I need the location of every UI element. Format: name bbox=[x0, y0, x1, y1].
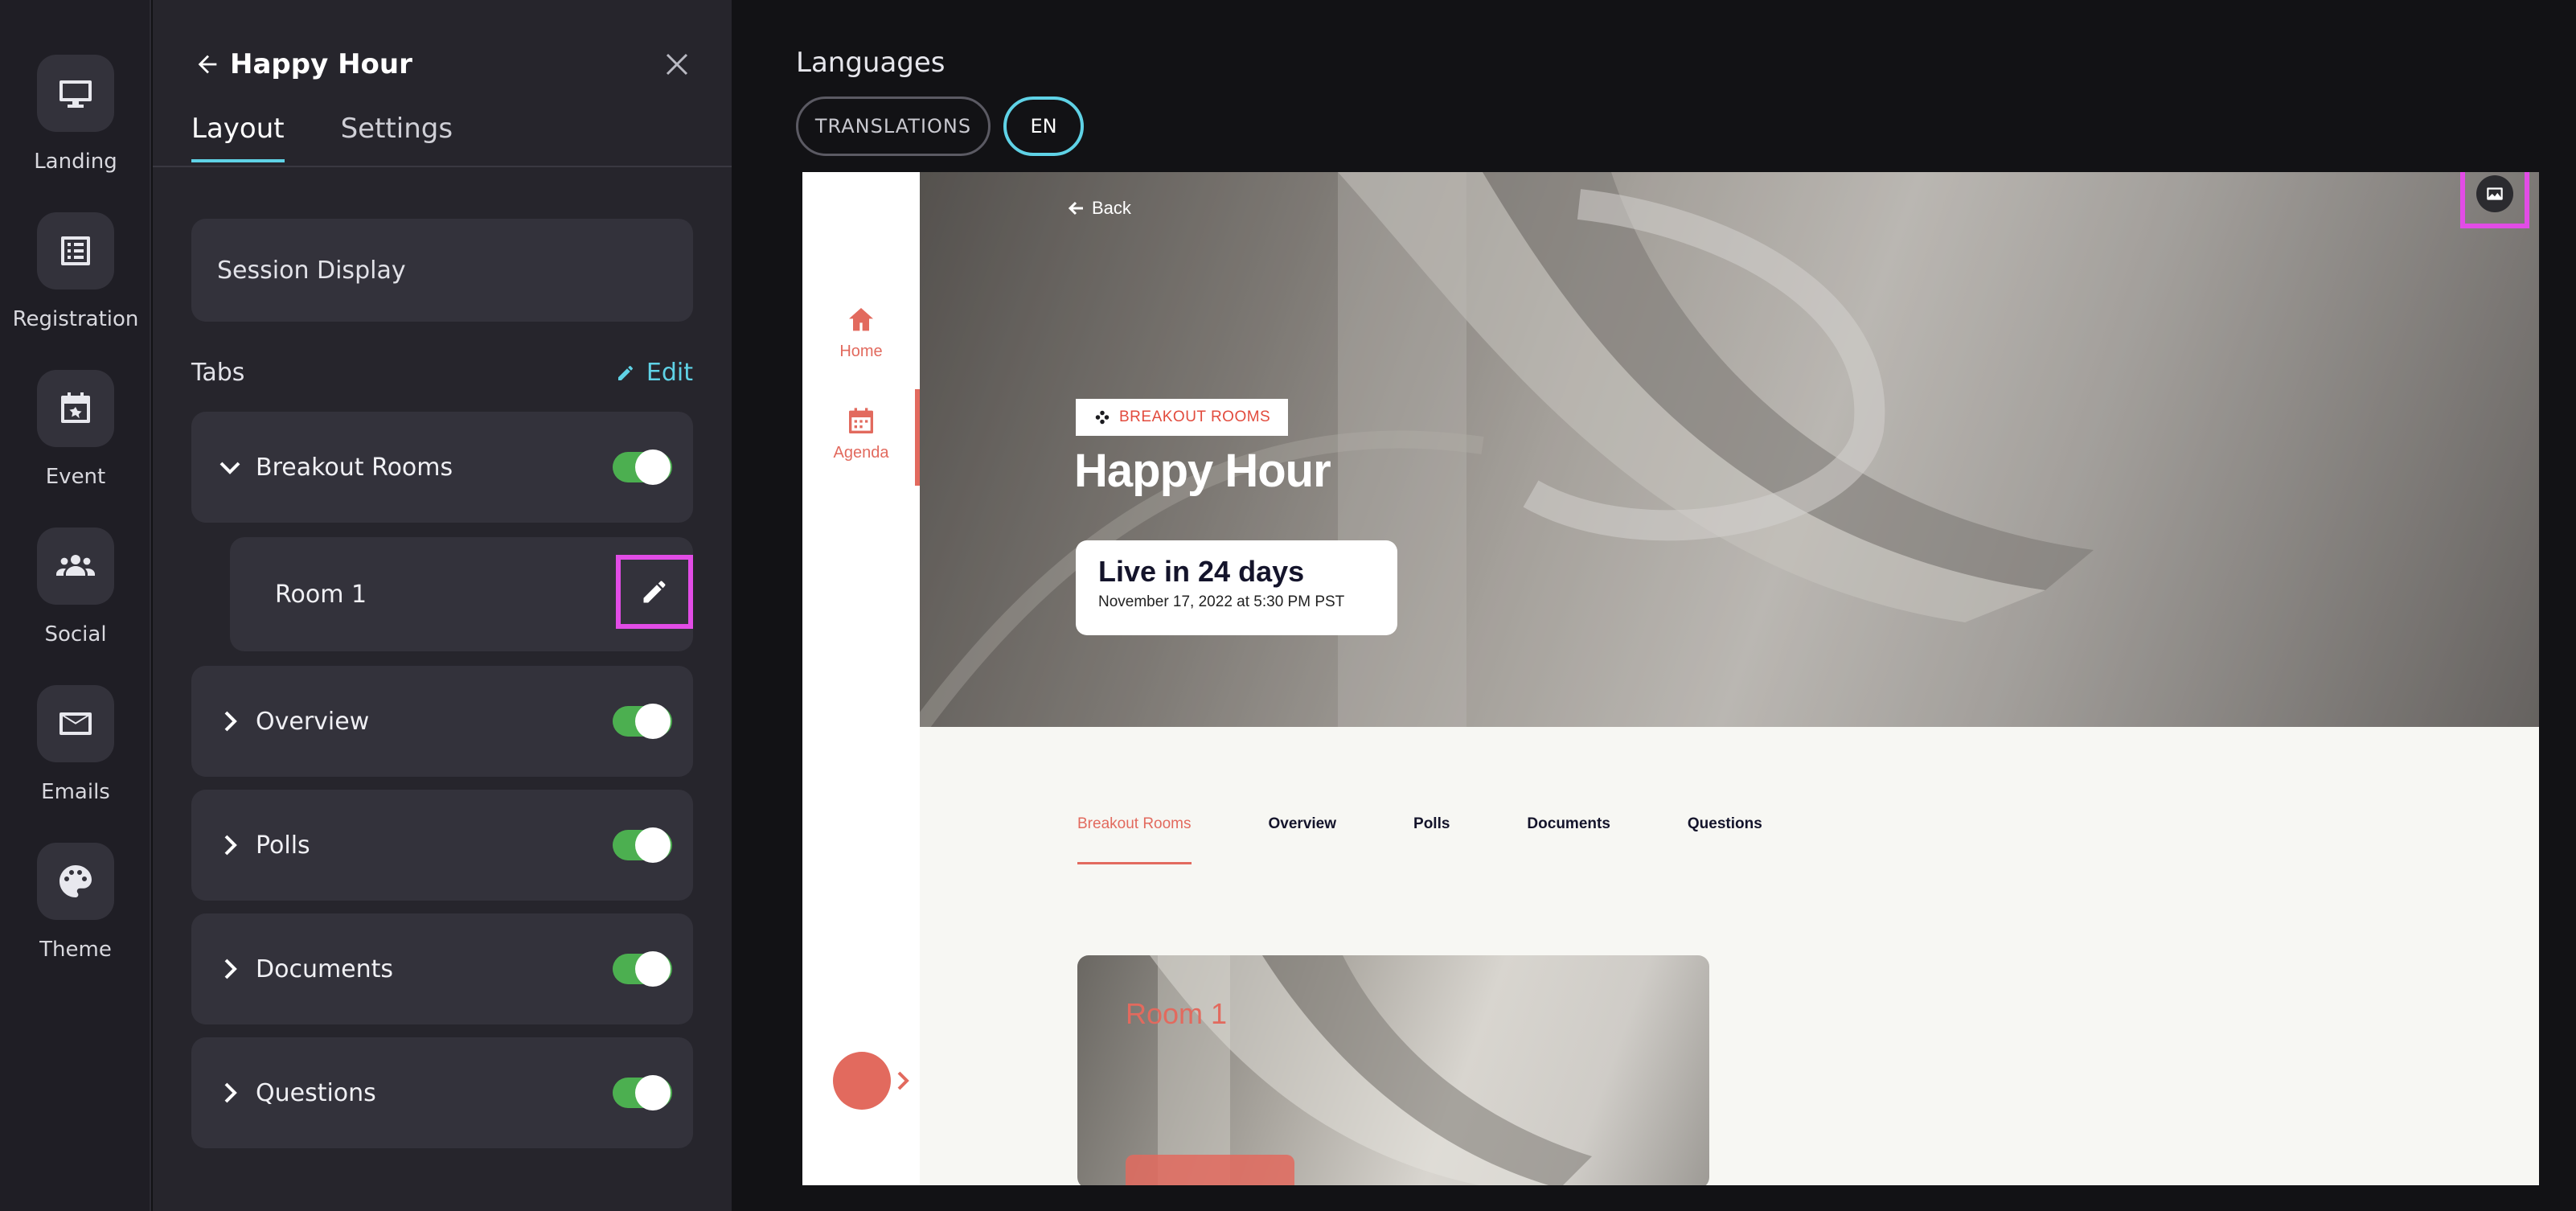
rail-item-registration[interactable]: Registration bbox=[0, 212, 151, 331]
arrow-left-icon bbox=[1068, 201, 1083, 216]
tab-layout[interactable]: Layout bbox=[191, 113, 285, 162]
rail-item-landing[interactable]: Landing bbox=[0, 55, 151, 174]
tab-item-label: Questions bbox=[256, 1078, 376, 1107]
language-en-button[interactable]: EN bbox=[1003, 96, 1084, 156]
rail-label: Theme bbox=[39, 938, 112, 962]
preview-nav-label: Agenda bbox=[833, 444, 889, 462]
tab-item-questions: Questions bbox=[191, 1037, 693, 1148]
tab-settings[interactable]: Settings bbox=[341, 113, 453, 162]
edit-tabs-button[interactable]: Edit bbox=[616, 359, 693, 387]
rail-label: Event bbox=[45, 465, 106, 489]
rail-item-social[interactable]: Social bbox=[0, 528, 151, 647]
breakout-rooms-icon bbox=[1095, 410, 1110, 425]
tabs-section-label: Tabs bbox=[191, 359, 245, 387]
preview-content-tabs: Breakout Rooms Overview Polls Documents … bbox=[1077, 815, 1840, 864]
close-icon[interactable] bbox=[661, 48, 693, 80]
visibility-toggle[interactable] bbox=[613, 951, 672, 987]
badge-label: BREAKOUT ROOMS bbox=[1119, 408, 1271, 425]
list-icon bbox=[37, 212, 114, 289]
rail-item-event[interactable]: Event bbox=[0, 370, 151, 489]
category-badge: BREAKOUT ROOMS bbox=[1076, 399, 1289, 436]
chevron-down-icon[interactable] bbox=[215, 453, 244, 482]
tab-divider bbox=[153, 166, 732, 167]
back-arrow-icon[interactable] bbox=[191, 48, 224, 80]
room-tile-label: Room 1 bbox=[1126, 997, 1228, 1030]
rail-label: Landing bbox=[34, 150, 117, 174]
back-label: Back bbox=[1092, 198, 1131, 218]
palette-icon bbox=[37, 843, 114, 920]
preview-tab-breakout-rooms[interactable]: Breakout Rooms bbox=[1077, 815, 1192, 864]
rail-item-theme[interactable]: Theme bbox=[0, 843, 151, 962]
translations-button[interactable]: TRANSLATIONS bbox=[796, 96, 991, 156]
tab-item-polls: Polls bbox=[191, 790, 693, 901]
calendar-icon bbox=[849, 408, 873, 433]
people-icon bbox=[37, 528, 114, 605]
pencil-icon bbox=[617, 365, 633, 380]
rail-label: Social bbox=[44, 622, 107, 647]
session-datetime: November 17, 2022 at 5:30 PM PST bbox=[1098, 593, 1345, 610]
preview-tab-questions[interactable]: Questions bbox=[1688, 815, 1762, 864]
tab-item-label: Polls bbox=[256, 831, 310, 860]
preview-nav-agenda[interactable]: Agenda bbox=[802, 405, 920, 462]
session-preview: Home Agenda Back BREAKOUT ROOMS Happy Ho… bbox=[802, 172, 2539, 1185]
live-countdown: Live in 24 days bbox=[1098, 555, 1305, 588]
room-tile[interactable]: Room 1 bbox=[1077, 955, 1709, 1185]
visibility-toggle[interactable] bbox=[613, 450, 672, 485]
preview-sidebar: Home Agenda bbox=[802, 172, 920, 1185]
room-tile-image bbox=[1150, 955, 1592, 1185]
live-countdown-card: Live in 24 days November 17, 2022 at 5:3… bbox=[1076, 540, 1397, 635]
preview-nav-home[interactable]: Home bbox=[802, 304, 920, 361]
chat-fab-button[interactable] bbox=[833, 1052, 891, 1110]
hero-banner: Back BREAKOUT ROOMS Happy Hour Live in 2… bbox=[920, 172, 2539, 727]
panel-title: Happy Hour bbox=[230, 48, 412, 80]
join-room-button[interactable] bbox=[1126, 1155, 1294, 1185]
room-item: Room 1 bbox=[230, 537, 693, 651]
visibility-toggle[interactable] bbox=[613, 704, 672, 739]
session-display-field[interactable]: Session Display bbox=[191, 219, 693, 322]
change-hero-image-button[interactable] bbox=[2460, 172, 2529, 228]
chevron-right-icon[interactable] bbox=[215, 707, 244, 736]
tab-item-overview: Overview bbox=[191, 666, 693, 777]
tab-item-breakout-rooms: Breakout Rooms bbox=[191, 412, 693, 523]
tab-item-label: Overview bbox=[256, 707, 370, 736]
preview-nav-label: Home bbox=[839, 343, 883, 360]
home-icon bbox=[849, 308, 873, 331]
preview-tab-documents[interactable]: Documents bbox=[1527, 815, 1610, 864]
tab-item-label: Documents bbox=[256, 954, 394, 983]
languages-title: Languages bbox=[796, 47, 945, 79]
preview-back-link[interactable]: Back bbox=[1068, 198, 1131, 219]
rail-label: Emails bbox=[41, 780, 110, 804]
chevron-right-icon[interactable] bbox=[215, 954, 244, 983]
left-rail: Landing Registration Event Social Emails… bbox=[0, 0, 151, 1211]
pencil-icon bbox=[643, 581, 666, 603]
preview-tab-polls[interactable]: Polls bbox=[1413, 815, 1450, 864]
room-item-label: Room 1 bbox=[275, 580, 367, 609]
image-icon bbox=[2476, 175, 2513, 212]
visibility-toggle[interactable] bbox=[613, 827, 672, 863]
chevron-right-icon[interactable] bbox=[215, 831, 244, 860]
chevron-right-icon[interactable] bbox=[215, 1078, 244, 1107]
session-settings-panel: Happy Hour Layout Settings Session Displ… bbox=[153, 0, 732, 1211]
rail-item-emails[interactable]: Emails bbox=[0, 685, 151, 804]
monitor-icon bbox=[37, 55, 114, 132]
preview-tab-overview[interactable]: Overview bbox=[1269, 815, 1337, 864]
panel-tabs: Layout Settings bbox=[191, 113, 509, 162]
session-title: Happy Hour bbox=[1074, 445, 1331, 497]
panel-header: Happy Hour bbox=[191, 45, 693, 84]
rail-label: Registration bbox=[12, 307, 139, 331]
chevron-right-icon[interactable] bbox=[892, 1066, 915, 1095]
calendar-icon bbox=[37, 370, 114, 447]
tab-item-label: Breakout Rooms bbox=[256, 453, 453, 482]
edit-label: Edit bbox=[646, 359, 693, 387]
mail-icon bbox=[37, 685, 114, 762]
tabs-section-header: Tabs Edit bbox=[191, 359, 693, 387]
edit-room-button[interactable] bbox=[616, 555, 693, 629]
preview-content: Breakout Rooms Overview Polls Documents … bbox=[920, 727, 2539, 1185]
visibility-toggle[interactable] bbox=[613, 1075, 672, 1110]
tab-item-documents: Documents bbox=[191, 913, 693, 1024]
